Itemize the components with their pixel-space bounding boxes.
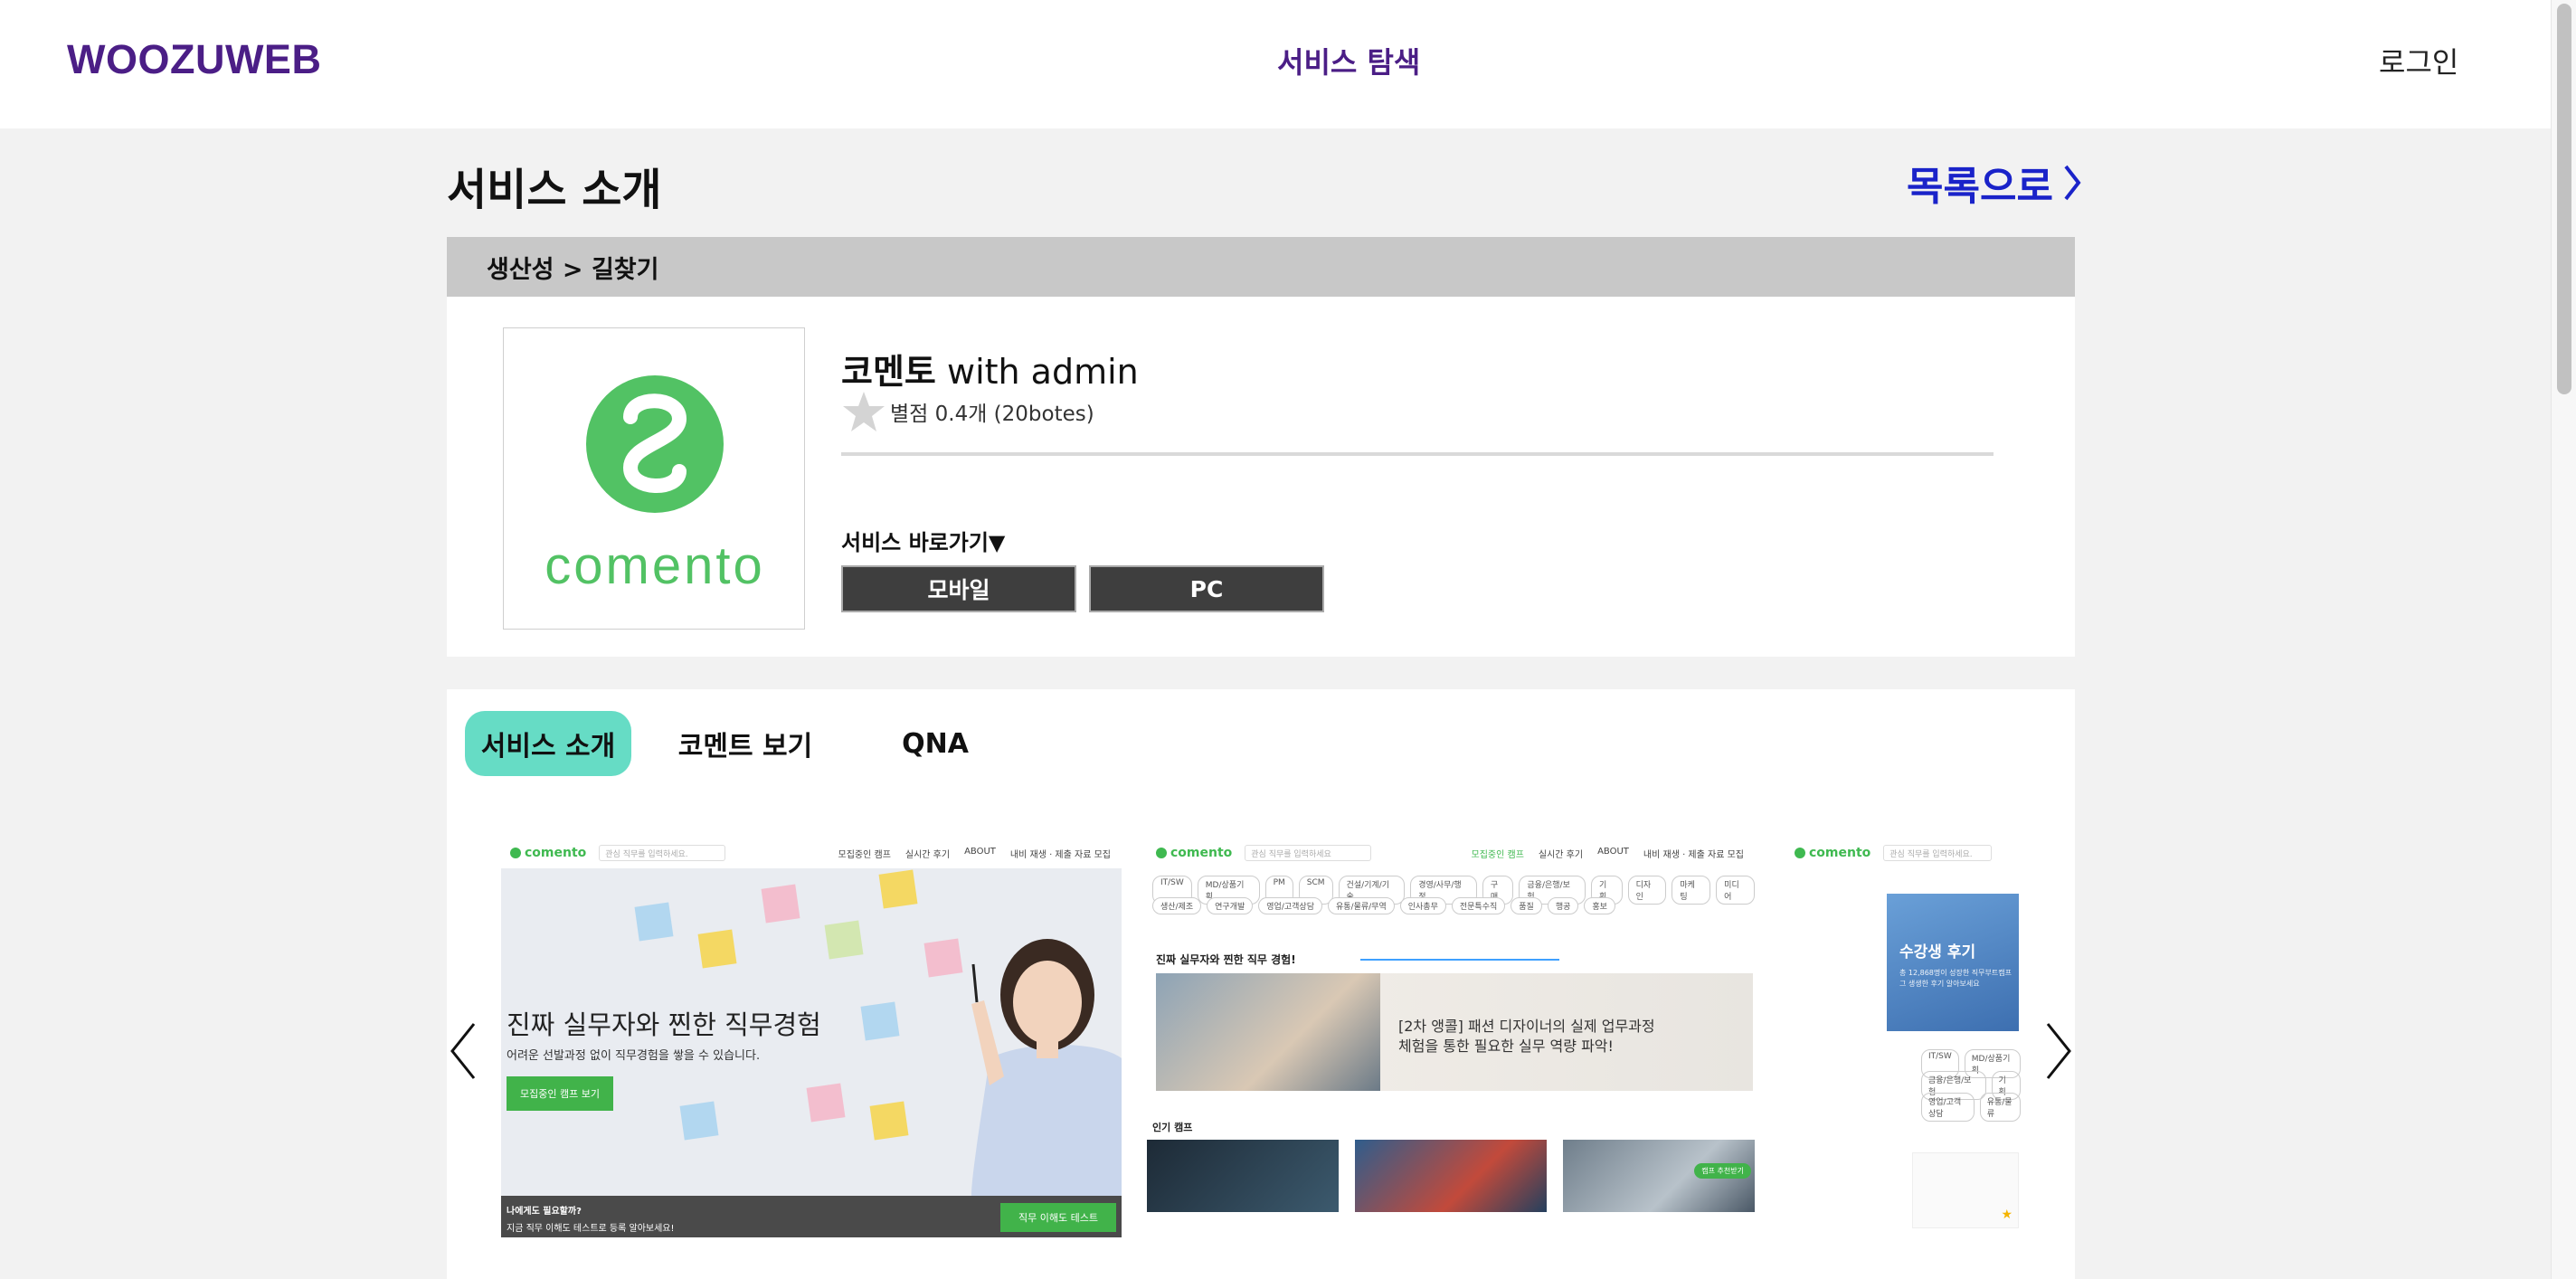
sticky-note [806,1083,846,1123]
screenshot-header: comento 관심 직무를 입력하세요. [1785,838,2021,868]
top-navigation-bar: WOOZUWEB 서비스 탐색 로그인 [0,0,2551,128]
camp-recommend-badge: 캠프 추천받기 [1694,1163,1751,1179]
service-shortcut-label[interactable]: 서비스 바로가기▼ [841,525,1005,556]
nav-explore-services[interactable]: 서비스 탐색 [1277,40,1420,81]
comento-logo-icon: comento [545,375,764,591]
sticky-note [824,920,864,960]
mobile-shortcut-button[interactable]: 모바일 [841,565,1076,612]
camp-thumbnail [1147,1140,1339,1212]
screenshot-hero: 진짜 실무자와 찐한 직무경험 어려운 선발과정 없이 직무경험을 쌓을 수 있… [501,868,1122,1196]
screenshot-hero-button: 모집중인 캠프 보기 [507,1076,613,1111]
service-logo: comento [503,327,805,630]
screenshot-promo-banner: [2차 앵콜] 패션 디자이너의 실제 업무과정 체험을 통한 필요한 실무 역… [1156,973,1753,1091]
sticky-note [697,929,737,969]
service-detail-panel: 서비스 소개 코멘트 보기 QNA comento 관심 직무를 입력하세요. … [447,689,2075,1279]
back-to-list-link[interactable]: 목록으로 [1907,154,2082,212]
service-name: 코멘토 with admin [841,344,1139,393]
service-info-card: comento 코멘토 with admin 별점 0.4개 (20botes)… [447,297,2075,657]
screenshot-review-card: 수강생 후기 총 12,868명이 성장한 직무부트캠프 그 생생한 후기 알아… [1887,894,2019,1031]
screenshot-review-preview: ★ [1912,1152,2019,1228]
screenshot-hero-subtitle: 어려운 선발과정 없이 직무경험을 쌓을 수 있습니다. [507,1049,761,1063]
breadcrumb: 생산성 > 길찾기 [487,256,659,284]
tab-qna[interactable]: QNA [863,711,1008,776]
sticky-note [860,1001,900,1041]
service-screenshot-1: comento 관심 직무를 입력하세요. 모집중인 캠프 실시간 후기 ABO… [501,838,1122,1237]
sticky-note [761,884,800,924]
comento-mark-icon [1156,848,1167,858]
screenshot-logo: comento [510,846,586,860]
service-owner: with admin [946,352,1139,392]
screenshot-logo: comento [1795,846,1870,860]
comento-logo-text: comento [545,536,764,591]
service-rating: 별점 0.4개 (20botes) [841,389,1094,434]
page-scrollbar[interactable] [2551,0,2576,1279]
screenshot-header: comento 관심 직무를 입력하세요. 모집중인 캠프 실시간 후기 ABO… [501,838,1122,868]
promo-image [1156,973,1380,1091]
screenshot-promo-heading: 진짜 실무자와 찐한 직무 경험! [1156,953,1296,966]
service-screenshot-2: comento 관심 직무를 입력하세요 모집중인 캠프 실시간 후기 ABOU… [1147,838,1755,1237]
scrollbar-thumb[interactable] [2557,4,2571,394]
sticky-note [634,902,674,942]
screenshot-search: 관심 직무를 입력하세요 [1245,845,1372,861]
camp-thumbnail [1355,1140,1547,1212]
comento-mark-icon [1795,848,1805,858]
back-to-list-label: 목록으로 [1907,164,2053,210]
camp-thumbnail: 캠프 추천받기 [1563,1140,1755,1212]
chevron-right-icon [2064,165,2081,201]
screenshot-category-row: 생산/제조 연구개발 영업/고객상담 유통/물류/무역 인사총무 전문특수직 품… [1152,897,1615,914]
divider [1360,959,1559,961]
pc-shortcut-button[interactable]: PC [1089,565,1324,612]
screenshot-promo-text: [2차 앵콜] 패션 디자이너의 실제 업무과정 체험을 통한 필요한 실무 역… [1398,1018,1655,1055]
carousel-prev-arrow-icon[interactable] [447,1015,483,1087]
service-screenshot-3: comento 관심 직무를 입력하세요. 수강생 후기 총 12,868명이 … [1785,838,2021,1237]
person-illustration [971,939,1122,1196]
screenshot-search: 관심 직무를 입력하세요. [599,845,726,861]
screenshot-search: 관심 직무를 입력하세요. [1883,845,1993,861]
star-icon [843,392,885,431]
sticky-note [679,1101,719,1141]
site-logo[interactable]: WOOZUWEB [67,36,321,83]
rating-text: 별점 0.4개 (20botes) [890,403,1094,426]
screenshot-popular-heading: 인기 캠프 [1152,1122,1193,1133]
sticky-note [878,869,918,909]
screenshot-category-row: 영업/고객상담 유통/물류 [1921,1093,2021,1122]
screenshot-hero-title: 진짜 실무자와 찐한 직무경험 [507,1009,821,1040]
screenshot-logo: comento [1156,846,1232,860]
screenshot-menu: 모집중인 캠프 실시간 후기 ABOUT 내비 재생 · 제출 자료 모집 [1471,846,1744,860]
tab-service-intro[interactable]: 서비스 소개 [465,711,631,776]
screenshot-footer-banner: 나에게도 필요할까? 지금 직무 이해도 테스트로 등록 알아보세요! 직무 이… [501,1196,1122,1237]
star-icon: ★ [2001,1208,2012,1222]
sticky-note [869,1101,909,1141]
screenshot-header: comento 관심 직무를 입력하세요 모집중인 캠프 실시간 후기 ABOU… [1147,838,1755,868]
category-breadcrumb-bar: 생산성 > 길찾기 [447,237,2075,297]
divider [841,452,1994,456]
service-title: 코멘토 [841,352,936,392]
screenshot-footer-button: 직무 이해도 테스트 [1000,1203,1116,1232]
login-link[interactable]: 로그인 [2379,40,2458,81]
page-title: 서비스 소개 [447,165,662,215]
comento-mark-icon [510,848,521,858]
tab-comments[interactable]: 코멘트 보기 [655,711,836,776]
carousel-next-arrow-icon[interactable] [2039,1015,2075,1087]
screenshot-menu: 모집중인 캠프 실시간 후기 ABOUT 내비 재생 · 제출 자료 모집 [838,846,1111,860]
